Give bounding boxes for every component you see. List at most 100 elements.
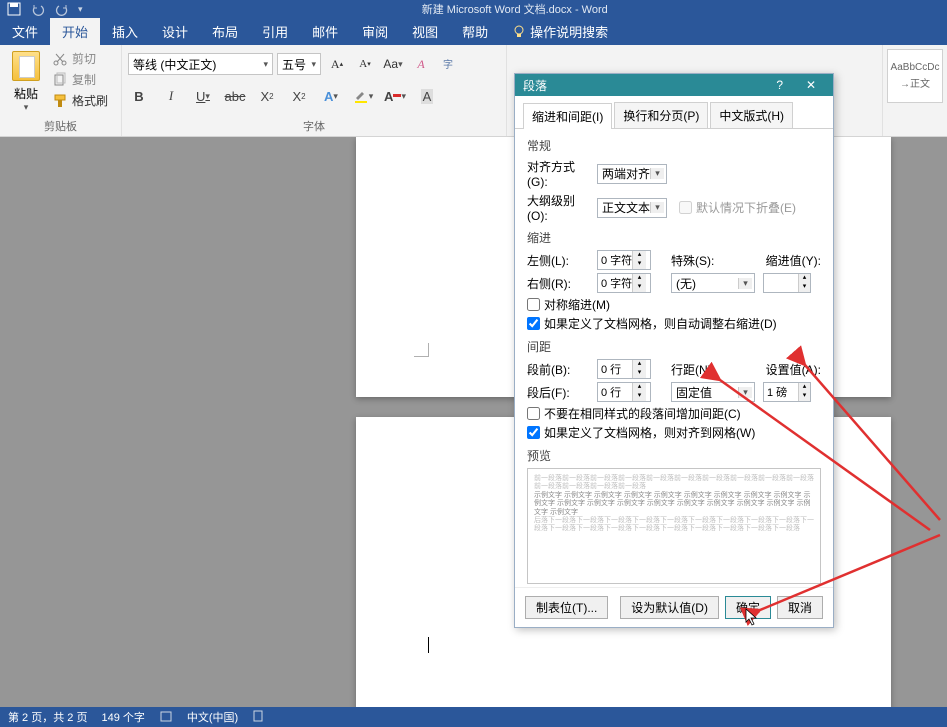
dialog-tabs: 缩进和间距(I) 换行和分页(P) 中文版式(H) <box>515 96 833 129</box>
grow-font-button[interactable]: A▴ <box>325 53 349 75</box>
indent-left-spinner[interactable]: ▴▾ <box>597 250 651 270</box>
font-size-value: 五号 <box>282 56 306 73</box>
dialog-close-button[interactable]: ✕ <box>797 78 825 92</box>
spin-down-icon[interactable]: ▾ <box>633 283 646 292</box>
mirror-indent-input[interactable] <box>527 298 540 311</box>
font-color-button[interactable]: A▾ <box>384 85 406 107</box>
track-changes-icon[interactable] <box>252 709 266 726</box>
character-shading-button[interactable]: A <box>416 85 438 107</box>
spin-down-icon[interactable]: ▾ <box>633 260 646 269</box>
superscript-button[interactable]: X2 <box>288 85 310 107</box>
quick-access-toolbar: ▾ <box>0 1 83 17</box>
font-name-select[interactable]: 等线 (中文正文) ▾ <box>128 53 273 75</box>
spin-up-icon[interactable]: ▴ <box>799 274 810 283</box>
redo-icon[interactable] <box>54 1 70 17</box>
font-group: 等线 (中文正文) ▾ 五号 ▾ A▴ A▾ Aa▾ A 字 B I U ▾ a… <box>122 45 507 136</box>
tab-view[interactable]: 视图 <box>400 18 450 45</box>
copy-button[interactable]: 复制 <box>50 70 110 89</box>
scissors-icon <box>52 51 68 67</box>
qat-dropdown-icon[interactable]: ▾ <box>78 4 83 15</box>
underline-button[interactable]: U ▾ <box>192 85 214 107</box>
space-before-spinner[interactable]: ▴▾ <box>597 359 651 379</box>
mirror-indent-checkbox[interactable]: 对称缩进(M) <box>527 296 821 313</box>
spacing-at-spinner[interactable]: ▴▾ <box>763 382 811 402</box>
dialog-titlebar[interactable]: 段落 ? ✕ <box>515 74 833 96</box>
tab-file[interactable]: 文件 <box>0 18 50 45</box>
spacing-at-value[interactable] <box>764 386 798 398</box>
spin-down-icon[interactable]: ▾ <box>799 283 810 292</box>
text-effects-button[interactable]: A▾ <box>320 85 342 107</box>
spin-up-icon[interactable]: ▴ <box>633 251 646 260</box>
italic-button[interactable]: I <box>160 85 182 107</box>
spin-down-icon[interactable]: ▾ <box>799 392 810 401</box>
line-spacing-select[interactable]: 固定值 ▾ <box>671 382 755 402</box>
spin-up-icon[interactable]: ▴ <box>633 360 646 369</box>
clear-formatting-button[interactable]: A <box>409 53 433 75</box>
subscript-button[interactable]: X2 <box>256 85 278 107</box>
alignment-select[interactable]: 两端对齐 ▾ <box>597 164 667 184</box>
tab-indent-spacing[interactable]: 缩进和间距(I) <box>523 103 612 129</box>
tell-me-search[interactable]: 操作说明搜索 <box>500 18 620 45</box>
tab-line-breaks[interactable]: 换行和分页(P) <box>614 102 708 128</box>
no-same-style-spacing-input[interactable] <box>527 407 540 420</box>
tab-layout[interactable]: 布局 <box>200 18 250 45</box>
tabs-button[interactable]: 制表位(T)... <box>525 596 608 619</box>
tab-mailings[interactable]: 邮件 <box>300 18 350 45</box>
spin-up-icon[interactable]: ▴ <box>633 274 646 283</box>
spin-up-icon[interactable]: ▴ <box>799 383 810 392</box>
spin-down-icon[interactable]: ▾ <box>633 392 646 401</box>
style-normal[interactable]: AaBbCcDc →正文 <box>887 49 943 103</box>
bold-button[interactable]: B <box>128 85 150 107</box>
shrink-font-button[interactable]: A▾ <box>353 53 377 75</box>
proofing-icon[interactable] <box>159 709 173 726</box>
snap-to-grid-checkbox[interactable]: 如果定义了文档网格，则对齐到网格(W) <box>527 424 821 441</box>
highlight-button[interactable]: ▾ <box>352 85 374 107</box>
space-after-spinner[interactable]: ▴▾ <box>597 382 651 402</box>
phonetic-guide-button[interactable]: 字 <box>437 53 461 75</box>
space-before-value[interactable] <box>598 363 632 375</box>
tab-review[interactable]: 审阅 <box>350 18 400 45</box>
special-indent-select[interactable]: (无) ▾ <box>671 273 755 293</box>
auto-adjust-indent-checkbox[interactable]: 如果定义了文档网格，则自动调整右缩进(D) <box>527 315 821 332</box>
dialog-help-button[interactable]: ? <box>776 78 783 92</box>
space-after-value[interactable] <box>598 386 632 398</box>
spin-up-icon[interactable]: ▴ <box>633 383 646 392</box>
spacing-section: 间距 段前(B): ▴▾ 行距(N): 设置值(A): 段后(F): ▴▾ 固定… <box>527 338 821 441</box>
indent-right-spinner[interactable]: ▴▾ <box>597 273 651 293</box>
indent-right-value[interactable] <box>598 277 632 289</box>
cancel-button[interactable]: 取消 <box>777 596 823 619</box>
tab-cjk-layout[interactable]: 中文版式(H) <box>710 102 793 128</box>
change-case-button[interactable]: Aa▾ <box>381 53 405 75</box>
ok-button[interactable]: 确定 <box>725 596 771 619</box>
strikethrough-button[interactable]: abc <box>224 85 246 107</box>
language-status[interactable]: 中文(中国) <box>187 709 238 725</box>
cut-button[interactable]: 剪切 <box>50 49 110 68</box>
snap-to-grid-input[interactable] <box>527 426 540 439</box>
spin-down-icon[interactable]: ▾ <box>633 369 646 378</box>
tab-help[interactable]: 帮助 <box>450 18 500 45</box>
tab-insert[interactable]: 插入 <box>100 18 150 45</box>
undo-icon[interactable] <box>30 1 46 17</box>
tab-design[interactable]: 设计 <box>150 18 200 45</box>
save-icon[interactable] <box>6 1 22 17</box>
no-same-style-spacing-checkbox[interactable]: 不要在相同样式的段落间增加间距(C) <box>527 405 821 422</box>
set-default-button[interactable]: 设为默认值(D) <box>620 596 719 619</box>
word-count[interactable]: 149 个字 <box>101 709 144 725</box>
special-indent-value: (无) <box>676 275 696 292</box>
page-count[interactable]: 第 2 页，共 2 页 <box>8 709 87 725</box>
format-painter-button[interactable]: 格式刷 <box>50 91 110 110</box>
format-painter-label: 格式刷 <box>72 92 108 109</box>
general-label: 常规 <box>527 137 821 154</box>
font-size-select[interactable]: 五号 ▾ <box>277 53 321 75</box>
dialog-body: 常规 对齐方式(G): 两端对齐 ▾ 大纲级别(O): 正文文本 ▾ 默认情况下… <box>515 129 833 587</box>
paste-button[interactable]: 粘贴 ▾ <box>6 49 46 115</box>
tab-home[interactable]: 开始 <box>50 18 100 45</box>
tab-references[interactable]: 引用 <box>250 18 300 45</box>
indent-left-value[interactable] <box>598 254 632 266</box>
collapsed-input <box>679 201 692 214</box>
outline-level-select[interactable]: 正文文本 ▾ <box>597 198 667 218</box>
lightbulb-icon <box>512 25 526 39</box>
indent-by-value[interactable] <box>764 277 798 289</box>
indent-by-spinner[interactable]: ▴▾ <box>763 273 811 293</box>
auto-adjust-indent-input[interactable] <box>527 317 540 330</box>
